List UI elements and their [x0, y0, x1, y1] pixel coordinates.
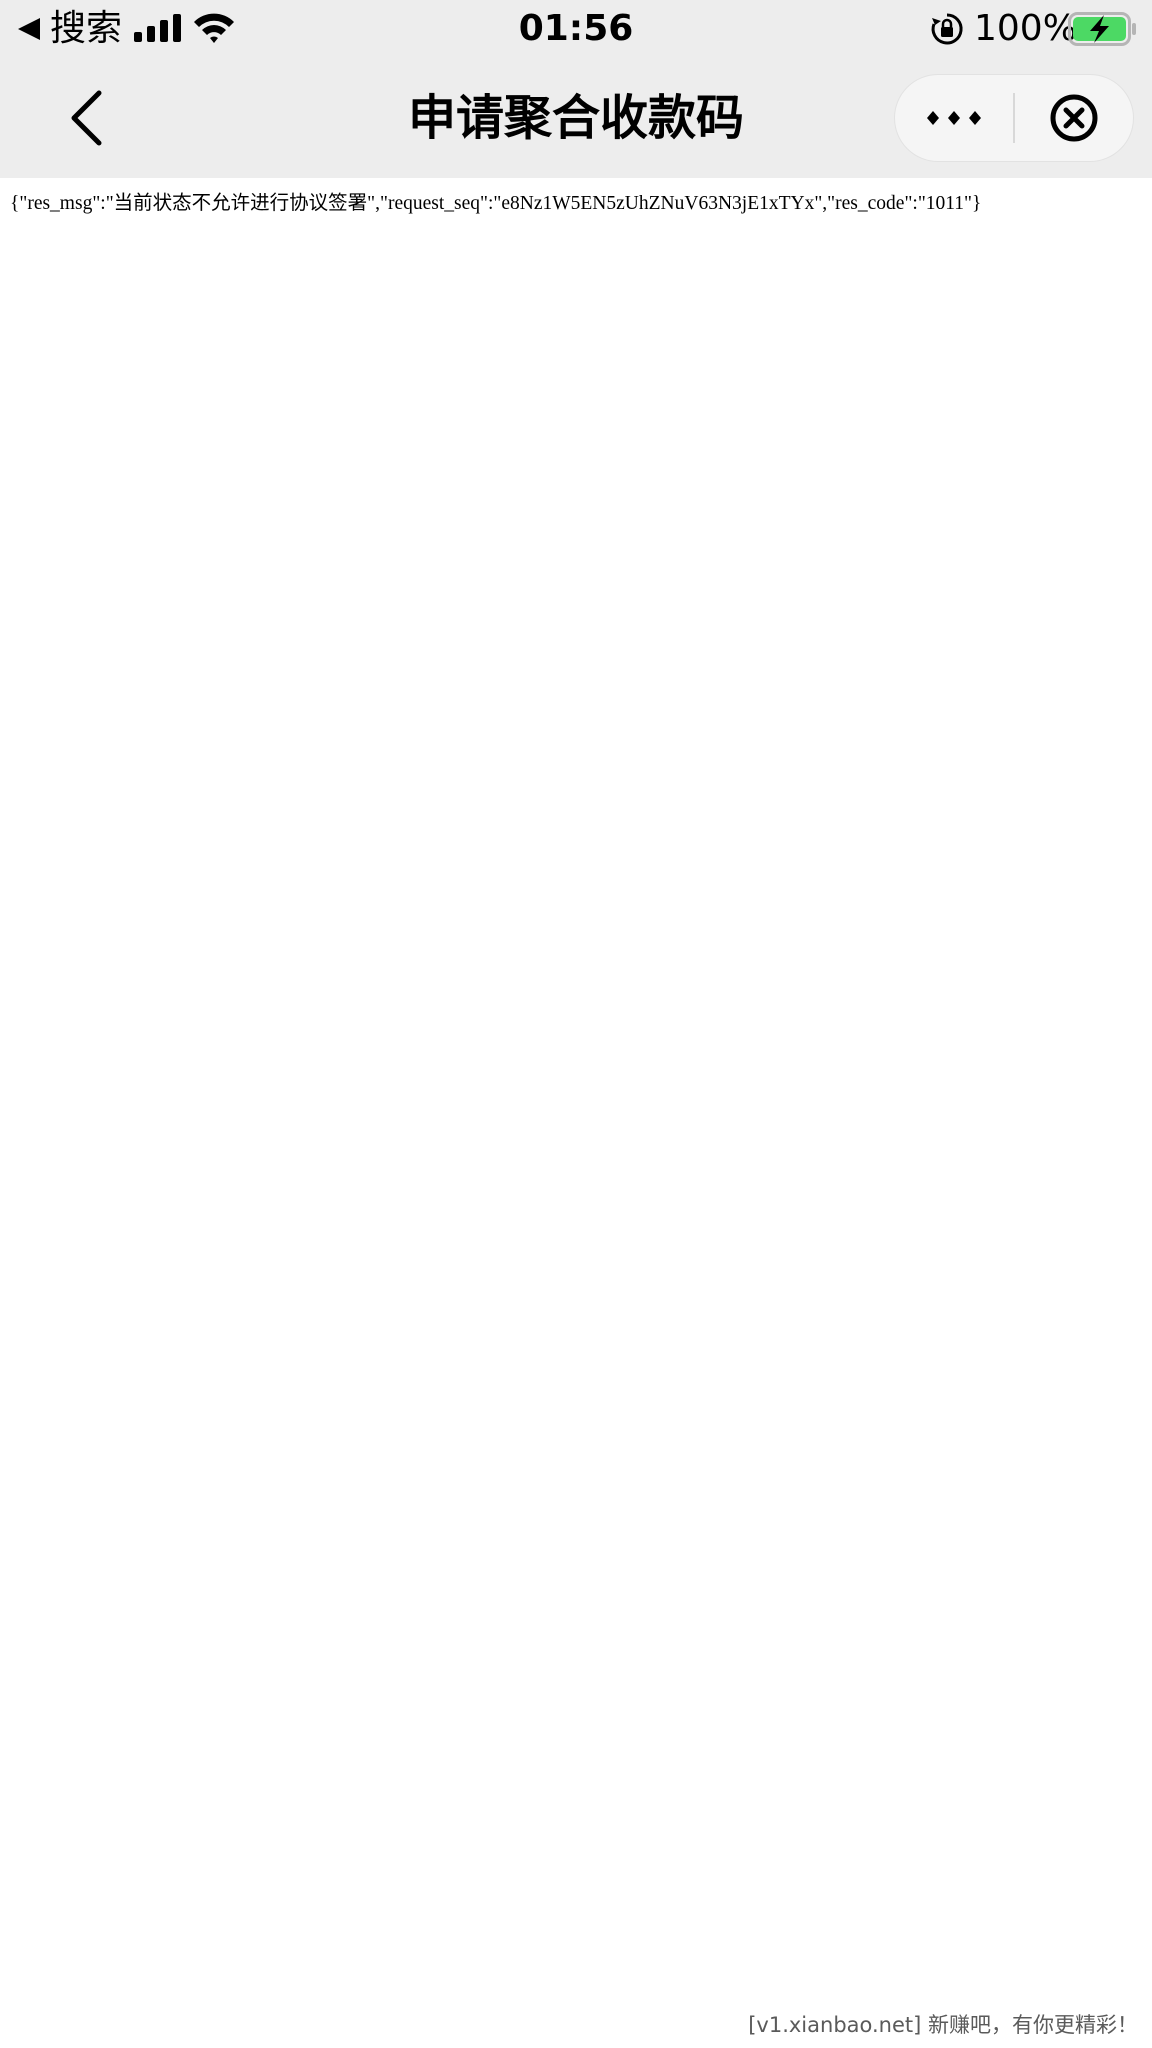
- more-button[interactable]: [895, 75, 1013, 161]
- signal-icon: [134, 14, 181, 42]
- status-clock: 01:56: [518, 8, 634, 49]
- top-chrome: 搜索 01:56 100% 申请聚合收款码: [0, 0, 1152, 178]
- chevron-left-icon: [71, 90, 102, 146]
- back-app-label: 搜索: [50, 8, 123, 49]
- watermark-text: [v1.xianbao.net] 新赚吧，有你更精彩！: [748, 2013, 1138, 2037]
- page-content: {"res_msg":"当前状态不允许进行协议签署","request_seq"…: [0, 178, 1152, 2048]
- wifi-icon: [194, 13, 234, 43]
- mini-program-capsule: [894, 74, 1134, 162]
- back-button[interactable]: [56, 88, 116, 148]
- more-dots-icon: [927, 111, 981, 125]
- response-json-text: {"res_msg":"当前状态不允许进行协议签署","request_seq"…: [10, 193, 982, 214]
- rotation-lock-icon: [931, 13, 963, 45]
- nav-bar: 申请聚合收款码: [0, 58, 1152, 178]
- close-circle-icon: [1050, 94, 1098, 142]
- back-triangle-icon: [18, 18, 40, 40]
- back-to-app[interactable]: 搜索: [18, 6, 122, 52]
- close-button[interactable]: [1015, 75, 1133, 161]
- status-bar: 搜索 01:56 100%: [0, 0, 1152, 58]
- battery-percent: 100%: [974, 8, 1077, 49]
- page-title: 申请聚合收款码: [407, 90, 744, 146]
- battery-charging-icon: [1068, 12, 1136, 46]
